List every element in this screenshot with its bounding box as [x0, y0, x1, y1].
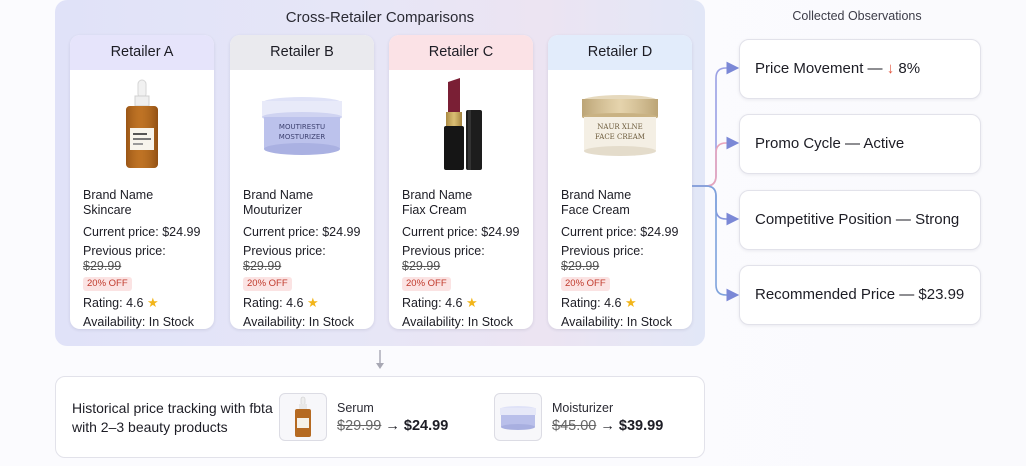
down-arrow-icon	[376, 363, 384, 369]
down-arrow-icon: ↓	[886, 60, 895, 77]
connector-competitive-position	[692, 185, 740, 226]
history-price-change: $45.00 → $39.99	[552, 418, 664, 434]
serum-bottle-icon	[279, 393, 327, 441]
right-arrow-icon: →	[385, 418, 400, 434]
connector-price-movement	[692, 61, 740, 187]
history-product-name: Serum	[337, 401, 374, 415]
history-product-name: Moisturizer	[552, 401, 614, 415]
right-arrow-icon: →	[600, 418, 615, 434]
history-description: Historical price tracking with fbta with…	[72, 400, 273, 435]
connector-recommended-price	[692, 185, 740, 302]
observation-price-movement[interactable]: Price Movement — ↓ 8%	[739, 39, 981, 99]
observations-title: Collected Observations	[792, 9, 922, 23]
history-price-change: $29.99 → $24.99	[337, 418, 449, 434]
connector-promo-cycle	[692, 136, 740, 187]
observation-promo-cycle[interactable]: Promo Cycle — Active	[739, 114, 981, 174]
observation-competitive-position[interactable]: Competitive Position — Strong	[739, 190, 981, 250]
observation-recommended-price[interactable]: Recommended Price — $23.99	[739, 265, 981, 325]
moisturizer-jar-icon	[494, 393, 542, 441]
history-panel: Historical price tracking with fbta with…	[55, 376, 705, 458]
